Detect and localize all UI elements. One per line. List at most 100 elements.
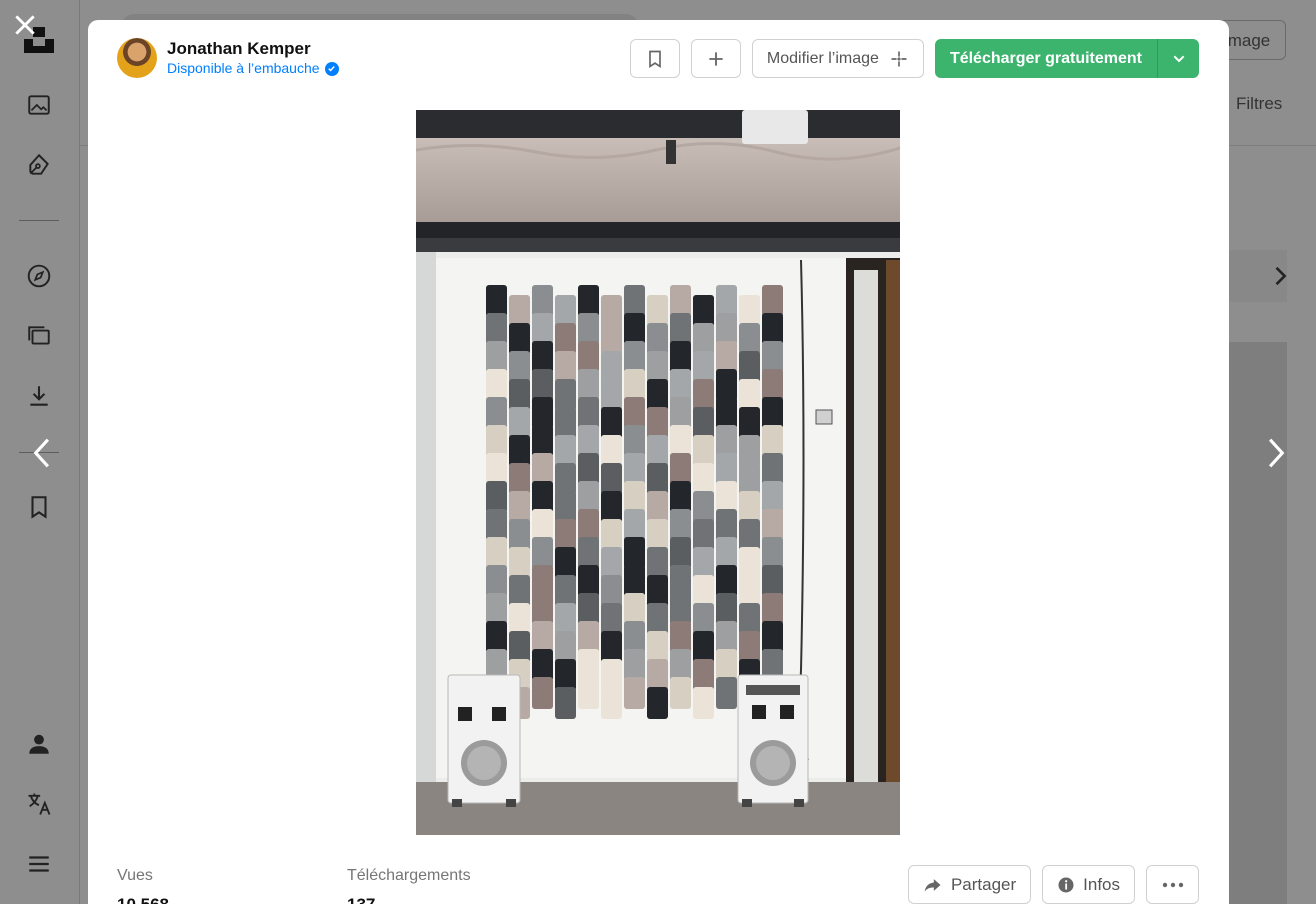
felt-panel	[509, 295, 530, 327]
felt-panel	[647, 323, 668, 355]
felt-panel	[647, 407, 668, 439]
menu-icon	[24, 849, 54, 879]
felt-panel	[693, 547, 714, 579]
user-icon	[24, 729, 54, 759]
background-photo-card	[1229, 342, 1287, 904]
felt-panel	[578, 369, 599, 401]
felt-panel	[509, 519, 530, 551]
main-photo[interactable]	[416, 110, 900, 835]
felt-panel	[578, 593, 599, 625]
felt-panel	[486, 369, 507, 401]
felt-panel	[670, 425, 691, 457]
felt-panel	[670, 621, 691, 653]
download-options-button[interactable]	[1157, 39, 1199, 78]
felt-panel	[601, 435, 622, 467]
felt-panel	[716, 649, 737, 681]
felt-panel	[693, 575, 714, 607]
more-options-button[interactable]	[1146, 865, 1199, 904]
felt-panel	[532, 369, 553, 401]
felt-panel	[693, 631, 714, 663]
background-filters-label: Filtres	[1236, 94, 1283, 113]
info-button[interactable]: Infos	[1042, 865, 1135, 904]
felt-panel	[532, 565, 553, 597]
felt-panel	[601, 379, 622, 411]
felt-panel	[716, 593, 737, 625]
felt-panel	[578, 481, 599, 513]
felt-panel	[693, 323, 714, 355]
avatar[interactable]	[117, 38, 157, 78]
close-icon[interactable]	[12, 12, 38, 38]
felt-panel	[624, 369, 645, 401]
felt-panel	[555, 575, 576, 607]
felt-panel	[601, 519, 622, 551]
felt-panel	[624, 481, 645, 513]
translate-icon	[24, 789, 54, 819]
felt-panel	[647, 491, 668, 523]
felt-panel	[716, 369, 737, 401]
felt-panel	[647, 295, 668, 327]
author-block[interactable]: Jonathan Kemper Disponible à l’embauche	[117, 38, 339, 78]
felt-panel	[509, 547, 530, 579]
felt-panel	[693, 379, 714, 411]
felt-panel	[716, 537, 737, 569]
felt-panel	[532, 397, 553, 429]
download-free-button[interactable]: Télécharger gratuitement	[934, 39, 1157, 78]
felt-panel	[486, 509, 507, 541]
felt-panel	[670, 593, 691, 625]
felt-panel	[647, 435, 668, 467]
felt-panel	[647, 603, 668, 635]
info-icon	[1058, 877, 1074, 892]
felt-panel	[716, 509, 737, 541]
felt-panel	[578, 565, 599, 597]
felt-panel	[601, 659, 622, 691]
share-button[interactable]: Partager	[907, 865, 1032, 904]
felt-panel	[647, 659, 668, 691]
felt-panel	[578, 341, 599, 373]
chevron-left-icon[interactable]	[28, 436, 58, 470]
felt-panel	[509, 323, 530, 355]
felt-panel	[509, 463, 530, 495]
felt-panel	[739, 435, 760, 467]
felt-panel	[693, 463, 714, 495]
felt-panel	[762, 481, 783, 513]
image-icon	[24, 90, 54, 120]
felt-panel	[578, 285, 599, 317]
felt-panel	[647, 463, 668, 495]
felt-panel	[486, 621, 507, 653]
felt-panel	[486, 341, 507, 373]
bookmark-icon	[24, 492, 54, 522]
felt-panel	[624, 677, 645, 709]
felt-panel	[532, 509, 553, 541]
felt-panel	[601, 491, 622, 523]
views-value: 10 568	[117, 894, 347, 904]
felt-panel	[601, 351, 622, 383]
add-to-collection-button[interactable]	[690, 39, 741, 78]
bookmark-button[interactable]	[629, 39, 680, 78]
felt-panel	[624, 313, 645, 345]
felt-panel	[624, 285, 645, 317]
edit-image-label: Modifier l’image	[766, 49, 879, 67]
felt-panel	[601, 603, 622, 635]
felt-panel	[578, 313, 599, 345]
edit-image-button[interactable]: Modifier l’image	[751, 39, 924, 78]
felt-panel	[486, 593, 507, 625]
sparkle-icon	[891, 51, 907, 66]
author-name[interactable]: Jonathan Kemper	[167, 38, 339, 59]
felt-panel	[578, 537, 599, 569]
photo-stats: Vues 10 568 Téléchargements 137	[117, 866, 577, 904]
felt-panel	[532, 313, 553, 345]
felt-panel	[647, 379, 668, 411]
felt-panel	[670, 509, 691, 541]
felt-panel	[716, 621, 737, 653]
verified-check-icon	[324, 61, 339, 76]
felt-panel	[739, 547, 760, 579]
felt-panel	[601, 547, 622, 579]
chevron-down-icon	[1173, 55, 1184, 62]
chevron-right-icon[interactable]	[1260, 436, 1290, 470]
felt-panel	[762, 565, 783, 597]
hire-status-link[interactable]: Disponible à l’embauche	[167, 59, 339, 78]
felt-panel	[693, 603, 714, 635]
views-label: Vues	[117, 867, 153, 884]
felt-panel	[555, 435, 576, 467]
felt-panel	[532, 285, 553, 317]
